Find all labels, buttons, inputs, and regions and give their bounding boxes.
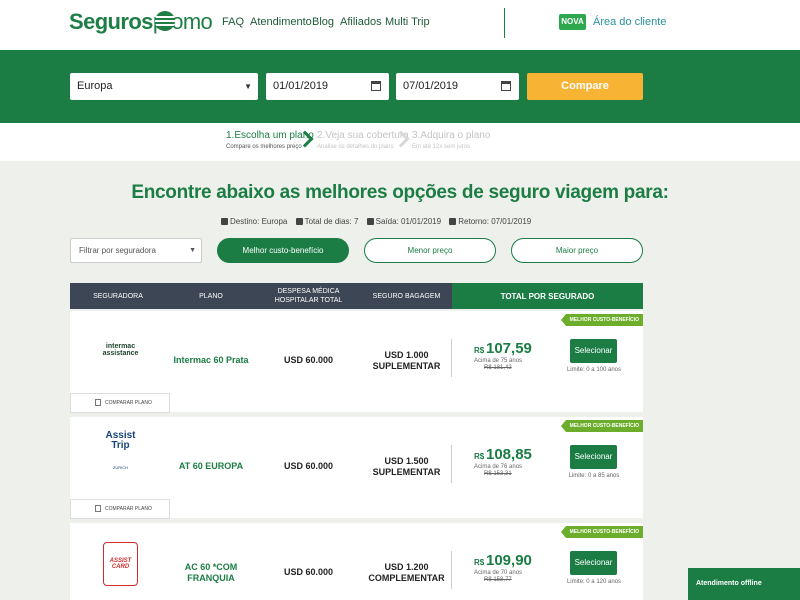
insurer-logo: intermac assistance: [102, 343, 139, 357]
select-button[interactable]: Selecionar: [570, 445, 617, 469]
nav-divider: [504, 8, 505, 38]
top-header: Segurospromo FAQ Atendimento Blog Afilia…: [0, 0, 800, 50]
calendar-icon[interactable]: [371, 81, 381, 91]
start-date-input[interactable]: 01/01/2019: [266, 73, 389, 100]
calendar-icon[interactable]: [501, 81, 511, 91]
insurer-filter-select[interactable]: Filtrar por seguradora ▼: [70, 238, 202, 263]
medical-value: USD 60.000: [283, 461, 334, 471]
logo-globe-icon: [155, 11, 175, 31]
client-area-link[interactable]: Área do cliente: [593, 16, 666, 28]
price: 109,90: [486, 552, 532, 569]
new-badge: NOVA: [559, 14, 586, 30]
chevron-down-icon: ▼: [189, 247, 196, 254]
select-button[interactable]: Selecionar: [570, 339, 617, 363]
age-limit: Limite: 0 a 120 anos: [566, 579, 622, 585]
best-value-tag: MELHOR CUSTO-BENEFÍCIO: [560, 314, 643, 326]
divider: [451, 339, 452, 377]
baggage-value: USD 1.000 SUPLEMENTAR: [372, 350, 441, 371]
results-table-header: SEGURADORA PLANO DESPESA MÉDICA HOSPITAL…: [70, 283, 643, 309]
medical-value: USD 60.000: [283, 567, 334, 577]
old-price: R$ 181,42: [484, 365, 512, 371]
plan-name: AC 60 *COM FRANQUIA: [184, 562, 238, 583]
age-note: Acima de 75 anos: [474, 358, 523, 364]
chevron-down-icon: ▼: [244, 82, 252, 91]
compare-plan-checkbox[interactable]: COMPARAR PLANO: [70, 499, 170, 519]
trip-summary: Destino: Europa Total de dias: 7 Saída: …: [215, 217, 531, 226]
baggage-value: USD 1.500 SUPLEMENTAR: [372, 456, 441, 477]
calendar-icon: [295, 218, 303, 225]
plan-name: Intermac 60 Prata: [173, 355, 249, 365]
header-total: TOTAL POR SEGURADO: [452, 283, 643, 309]
nav-atendimento[interactable]: Atendimento: [250, 16, 312, 28]
table-row: MELHOR CUSTO-BENEFÍCIO intermac assistan…: [70, 311, 643, 413]
sort-best-value-button[interactable]: Melhor custo-benefício: [217, 238, 349, 263]
compare-plan-checkbox[interactable]: COMPARAR PLANO: [70, 393, 170, 413]
checkbox-icon[interactable]: [95, 399, 101, 406]
insurer-logo: ASSIST CARD: [98, 542, 143, 586]
nav-blog[interactable]: Blog: [312, 16, 334, 28]
divider: [451, 551, 452, 589]
baggage-value: USD 1.200 COMPLEMENTAR: [368, 562, 445, 583]
table-row: MELHOR CUSTO-BENEFÍCIO Assist Trip ZURIC…: [70, 417, 643, 519]
page-headline: Encontre abaixo as melhores opções de se…: [131, 182, 669, 203]
checkbox-icon[interactable]: [95, 505, 101, 512]
end-date-input[interactable]: 07/01/2019: [396, 73, 519, 100]
currency-symbol: R$: [474, 346, 485, 355]
plan-name: AT 60 EUROPA: [178, 461, 244, 471]
step-3: 3.Adquira o plano Em até 12x sem juros: [412, 130, 491, 150]
insurer-logo: Assist Trip ZURICH: [105, 430, 136, 471]
compare-button[interactable]: Compare: [527, 73, 643, 100]
sort-highest-price-button[interactable]: Maior preço: [511, 238, 643, 263]
header-medical: DESPESA MÉDICA HOSPITALAR TOTAL: [274, 288, 343, 304]
medical-value: USD 60.000: [283, 355, 334, 365]
price: 107,59: [486, 340, 532, 357]
header-baggage: SEGURO BAGAGEM: [372, 292, 441, 300]
age-limit: Limite: 0 a 100 anos: [566, 367, 622, 373]
steps-bar: 1.Escolha um plano Compare os melhores p…: [0, 123, 800, 161]
age-limit: Limite: 0 a 85 anos: [568, 473, 620, 479]
best-value-tag: MELHOR CUSTO-BENEFÍCIO: [560, 526, 643, 538]
header-plan: PLANO: [199, 292, 223, 300]
header-insurer: SEGURADORA: [93, 292, 143, 300]
chat-widget[interactable]: Atendimento offline: [688, 568, 800, 600]
old-price: R$ 158,77: [484, 577, 512, 583]
nav-multi-trip[interactable]: Multi Trip: [385, 16, 430, 28]
site-logo[interactable]: Segurospromo: [69, 9, 213, 35]
calendar-icon: [366, 218, 374, 225]
select-button[interactable]: Selecionar: [570, 551, 617, 575]
calendar-icon: [449, 218, 457, 225]
table-row: MELHOR CUSTO-BENEFÍCIO ASSIST CARD AC 60…: [70, 523, 643, 600]
destination-select[interactable]: Europa ▼: [70, 73, 258, 100]
old-price: R$ 153,31: [484, 471, 512, 477]
currency-symbol: R$: [474, 558, 485, 567]
nav-faq[interactable]: FAQ: [222, 16, 244, 28]
sort-lowest-price-button[interactable]: Menor preço: [364, 238, 496, 263]
age-note: Acima de 70 anos: [474, 570, 523, 576]
divider: [451, 445, 452, 483]
nav-afiliados[interactable]: Afiliados: [340, 16, 382, 28]
price: 108,85: [486, 446, 532, 463]
age-note: Acima de 76 anos: [474, 464, 523, 470]
currency-symbol: R$: [474, 452, 485, 461]
users-icon: [221, 218, 228, 225]
best-value-tag: MELHOR CUSTO-BENEFÍCIO: [560, 420, 643, 432]
